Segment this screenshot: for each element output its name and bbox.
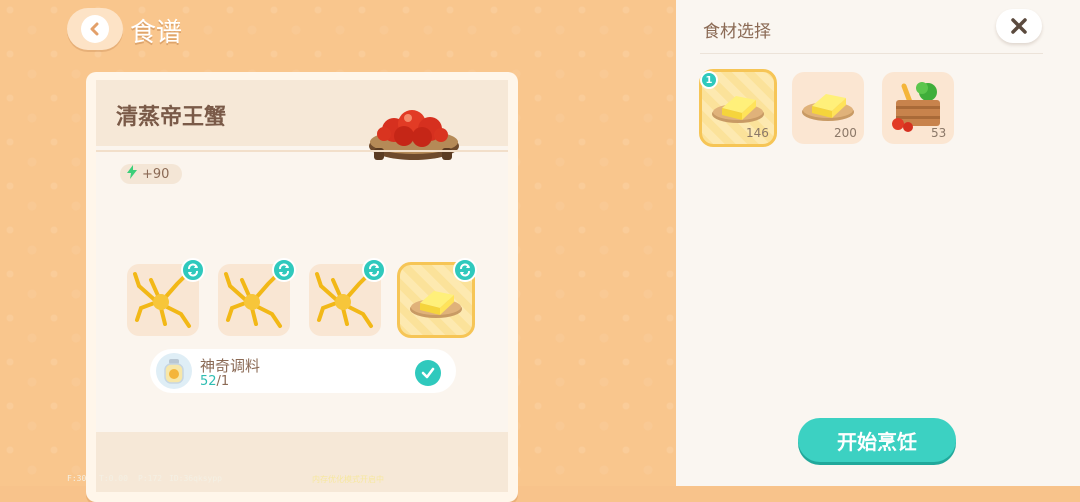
ingredient-count-3: 53 xyxy=(931,126,947,140)
check-icon[interactable] xyxy=(415,360,441,386)
dish-name: 清蒸帝王蟹 xyxy=(116,105,227,130)
debug-t: T:0.00 xyxy=(99,474,128,483)
close-icon xyxy=(1011,18,1027,34)
seasoning-need: /1 xyxy=(216,374,230,389)
start-cooking-button[interactable]: 开始烹饪 xyxy=(798,418,956,462)
debug-p: P:172 xyxy=(138,474,163,483)
selected-count-badge: 1 xyxy=(700,71,718,89)
king-crab-dish-icon xyxy=(364,104,462,174)
swap-icon xyxy=(460,263,470,277)
swap-button-1[interactable] xyxy=(181,258,205,282)
debug-notice: 内存优化模式开启中 xyxy=(312,475,384,484)
back-arrow-icon xyxy=(81,15,109,43)
debug-fps: F:30 xyxy=(67,474,87,483)
back-button[interactable] xyxy=(67,8,123,50)
panel-divider xyxy=(700,53,1043,54)
swap-icon xyxy=(279,263,289,277)
energy-badge: +90 xyxy=(120,164,182,184)
ingredient-count-1: 146 xyxy=(746,126,769,140)
swap-icon xyxy=(188,263,198,277)
page-title: 食谱 xyxy=(130,18,183,48)
seasoning-count: 52/1 xyxy=(200,374,229,389)
seasoning-have: 52 xyxy=(200,374,217,389)
lightning-icon xyxy=(126,165,138,183)
swap-button-3[interactable] xyxy=(362,258,386,282)
swap-button-4[interactable] xyxy=(453,258,477,282)
close-button[interactable] xyxy=(996,9,1042,43)
swap-button-2[interactable] xyxy=(272,258,296,282)
energy-value: +90 xyxy=(142,166,170,182)
debug-id: ID:36qksypp xyxy=(169,474,222,483)
seasoning-jar-icon xyxy=(156,353,192,389)
ingredient-count-2: 200 xyxy=(834,126,857,140)
seasoning-name: 神奇调料 xyxy=(200,357,261,375)
panel-title: 食材选择 xyxy=(703,22,771,42)
swap-icon xyxy=(369,263,379,277)
seasoning-row[interactable] xyxy=(150,349,456,393)
recipe-footer xyxy=(96,432,508,492)
card-divider xyxy=(96,150,508,152)
